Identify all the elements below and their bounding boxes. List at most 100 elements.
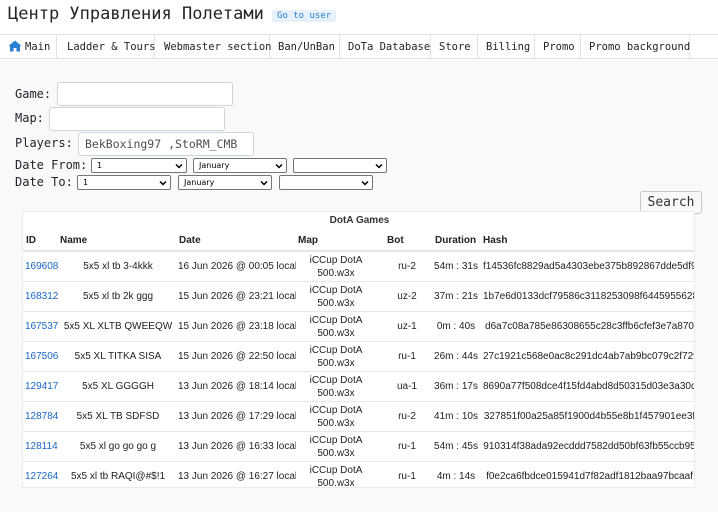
cell-name: 5x5 xl tb 2k ggg bbox=[82, 291, 154, 302]
chevron-down-icon bbox=[159, 180, 167, 186]
nav-item-promo[interactable]: Promo bbox=[535, 35, 581, 59]
date-from-month-select[interactable]: January bbox=[193, 158, 287, 173]
cell-name: 5x5 xl go go go g bbox=[79, 441, 157, 452]
date-to-day-select[interactable]: 1 bbox=[77, 175, 171, 190]
cell-date: 15 Jun 2026 @ 23:18 local bbox=[178, 321, 296, 332]
main-navbar: Main Ladder & Tours Webmaster section Ba… bbox=[0, 34, 718, 59]
cell-name: 5x5 xl tb 3-4kkk bbox=[83, 261, 153, 272]
cell-map: iCCup DotA 500.w3x bbox=[309, 345, 363, 369]
game-id-link[interactable]: 128114 bbox=[25, 441, 58, 452]
cell-name: 5x5 XL GGGGH bbox=[82, 381, 154, 392]
date-to-month-value: January bbox=[184, 178, 215, 187]
table-row: 167537 5x5 XL XLTB QWEEQW 15 Jun 2026 @ 23… bbox=[23, 311, 694, 342]
cell-hash: d6a7c08a785e86308655c28c3ffb6cfef3e7a870 bbox=[485, 321, 694, 332]
cell-hash: 327851f00a25a85f1900d4b55e8b1f457901ee3f bbox=[483, 411, 695, 422]
table-row: 128784 5x5 XL TB SDFSD 13 Jun 2026 @ 17:29… bbox=[23, 401, 695, 432]
cell-id: 127264 bbox=[25, 462, 59, 487]
date-to-year-select[interactable] bbox=[279, 175, 373, 190]
cell-date: 16 Jun 2026 @ 00:05 local bbox=[178, 261, 296, 272]
chevron-down-icon bbox=[260, 180, 268, 186]
cell-map: iCCup DotA 500.w3x bbox=[309, 315, 363, 339]
game-label: Game: bbox=[15, 87, 52, 101]
nav-item-ban-unban[interactable]: Ban/UnBan bbox=[270, 35, 340, 59]
home-icon bbox=[8, 40, 22, 52]
cell-name: 5x5 XL TITKA SISA bbox=[74, 351, 162, 362]
table-row: 167506 5x5 XL TITKA SISA 15 Jun 2026 @ 22:… bbox=[23, 341, 694, 372]
nav-item-dota-database[interactable]: DoTa Database bbox=[340, 35, 431, 59]
map-label: Map: bbox=[15, 111, 44, 125]
cell-duration: 0m : 40s bbox=[436, 321, 476, 332]
dota-games-table: DotA Games ID Name Date Map Bot Duration… bbox=[22, 211, 695, 488]
nav-item-webmaster-section[interactable]: Webmaster section bbox=[156, 35, 271, 59]
nav-item-main[interactable]: Main bbox=[0, 35, 57, 59]
table-row: 169608 5x5 xl tb 3-4kkk 16 Jun 2026 @ 00:0… bbox=[23, 251, 695, 282]
cell-date: 13 Jun 2026 @ 16:33 local bbox=[178, 441, 296, 452]
cell-hash: 1b7e6d0133dcf79586c3118253098f6445955628 bbox=[483, 291, 695, 302]
cell-id: 167537 bbox=[25, 312, 59, 342]
date-from-day-value: 1 bbox=[97, 161, 103, 170]
table-row: 129417 5x5 XL GGGGH 13 Jun 2026 @ 18:14 lo… bbox=[23, 371, 695, 402]
game-id-link[interactable]: 168312 bbox=[25, 291, 58, 302]
game-input[interactable] bbox=[57, 82, 233, 106]
game-id-link[interactable]: 129417 bbox=[25, 381, 58, 392]
date-to-month-select[interactable]: January bbox=[178, 175, 272, 190]
cell-map: iCCup DotA 500.w3x bbox=[309, 285, 363, 309]
go-to-user-button[interactable]: Go to user bbox=[272, 10, 337, 22]
cell-duration: 41m : 10s bbox=[434, 411, 478, 422]
chevron-down-icon bbox=[175, 163, 183, 169]
cell-hash: 8690a77f508dce4f15fd4abd8d50315d03e3a30d bbox=[483, 381, 695, 392]
date-from-year-select[interactable] bbox=[293, 158, 387, 173]
cell-id: 169608 bbox=[25, 252, 59, 282]
date-from-day-select[interactable]: 1 bbox=[91, 158, 187, 173]
game-id-link[interactable]: 128784 bbox=[25, 411, 58, 422]
cell-bot: ru-2 bbox=[398, 411, 416, 422]
table-row: 127264 5x5 xl tb RAQI@#$!1 13 Jun 2026 @ 1… bbox=[23, 461, 694, 488]
game-id-link[interactable]: 169608 bbox=[25, 261, 58, 272]
table-row: 168312 5x5 xl tb 2k ggg 15 Jun 2026 @ 23:2… bbox=[23, 281, 695, 311]
cell-bot: uz-2 bbox=[397, 291, 417, 302]
cell-map: iCCup DotA 500.w3x bbox=[309, 465, 363, 488]
cell-date: 13 Jun 2026 @ 18:14 local bbox=[178, 381, 296, 392]
cell-duration: 4m : 14s bbox=[436, 471, 476, 482]
column-header-name: Name bbox=[60, 235, 88, 246]
cell-date: 13 Jun 2026 @ 17:29 local bbox=[178, 411, 296, 422]
chevron-down-icon bbox=[361, 180, 369, 186]
nav-item-promo-background[interactable]: Promo background bbox=[581, 35, 690, 59]
date-to-day-value: 1 bbox=[83, 178, 89, 187]
column-header-bot: Bot bbox=[387, 235, 404, 246]
cell-duration: 54m : 45s bbox=[434, 441, 478, 452]
date-from-label: Date From: bbox=[15, 158, 88, 172]
cell-duration: 36m : 17s bbox=[434, 381, 478, 392]
cell-date: 15 Jun 2026 @ 23:21 local bbox=[178, 291, 296, 302]
cell-duration: 26m : 44s bbox=[434, 351, 478, 362]
cell-hash: f0e2ca6fbdce015941d7f82adf1812baa97bcaaf bbox=[486, 471, 693, 482]
nav-item-billing[interactable]: Billing bbox=[478, 35, 535, 59]
cell-duration: 37m : 21s bbox=[434, 291, 478, 302]
nav-item-ladder-tours[interactable]: Ladder & Tours bbox=[59, 35, 156, 59]
cell-name: 5x5 xl tb RAQI@#$!1 bbox=[70, 471, 166, 482]
cell-bot: ru-2 bbox=[398, 261, 416, 272]
game-id-link[interactable]: 167506 bbox=[25, 351, 58, 362]
cell-hash: f14536fc8829ad5a4303ebe375b892867dde5df9 bbox=[483, 261, 695, 272]
cell-map: iCCup DotA 500.w3x bbox=[309, 375, 363, 399]
site-title: Центр Управления Полетами bbox=[8, 4, 264, 24]
cell-name: 5x5 XL TB SDFSD bbox=[76, 411, 160, 422]
cell-map: iCCup DotA 500.w3x bbox=[309, 255, 363, 279]
date-from-month-value: January bbox=[199, 161, 230, 170]
cell-id: 129417 bbox=[25, 372, 59, 402]
chevron-down-icon bbox=[375, 163, 383, 169]
cell-id: 167506 bbox=[25, 342, 59, 372]
cell-name: 5x5 XL XLTB QWEEQW bbox=[63, 321, 173, 332]
cell-id: 128114 bbox=[25, 432, 59, 462]
table-row: 128114 5x5 xl go go go g 13 Jun 2026 @ 16:… bbox=[23, 431, 694, 462]
cell-map: iCCup DotA 500.w3x bbox=[309, 435, 363, 459]
players-input[interactable] bbox=[78, 132, 254, 156]
nav-item-store[interactable]: Store bbox=[431, 35, 478, 59]
column-header-hash: Hash bbox=[483, 235, 508, 246]
game-id-link[interactable]: 167537 bbox=[25, 321, 58, 332]
game-id-link[interactable]: 127264 bbox=[25, 471, 58, 482]
column-header-map: Map bbox=[298, 235, 318, 246]
chevron-down-icon bbox=[275, 163, 283, 169]
map-input[interactable] bbox=[49, 107, 225, 131]
cell-id: 128784 bbox=[25, 402, 59, 432]
